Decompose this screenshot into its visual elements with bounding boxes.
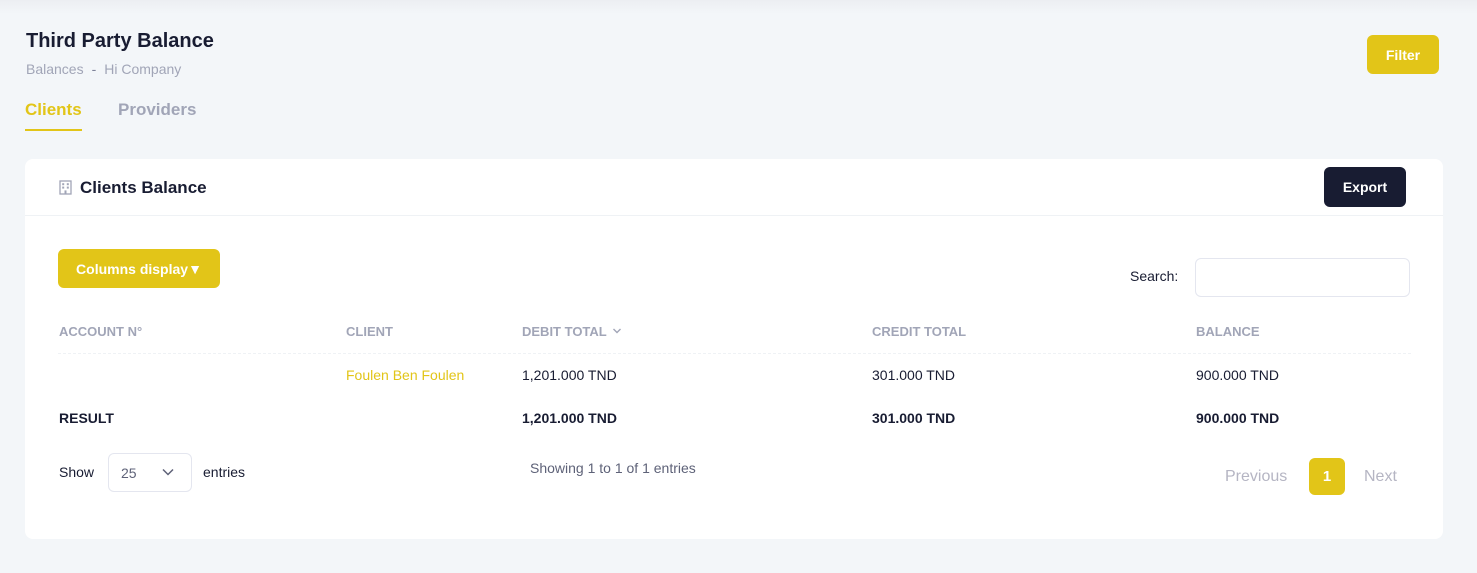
card-header: Clients Balance Export — [25, 159, 1443, 216]
chevron-down-icon — [162, 468, 174, 476]
column-header-account[interactable]: ACCOUNT N° — [59, 324, 142, 339]
table-cell-client-link[interactable]: Foulen Ben Foulen — [346, 367, 464, 383]
column-header-client[interactable]: CLIENT — [346, 324, 393, 339]
top-shadow — [0, 0, 1477, 14]
columns-display-button[interactable]: Columns display▼ — [58, 249, 220, 288]
page-title: Third Party Balance — [26, 30, 214, 52]
table-cell-balance: 900.000 TND — [1196, 367, 1280, 383]
page-length-value: 25 — [121, 465, 137, 481]
breadcrumb-item-balances[interactable]: Balances — [26, 61, 84, 77]
table-cell-debit: 1,201.000 TND — [522, 367, 617, 383]
search-input[interactable] — [1195, 258, 1410, 297]
tab-providers[interactable]: Providers — [118, 100, 196, 129]
column-header-debit-total-label: DEBIT TOTAL — [522, 324, 607, 339]
clients-balance-card: Clients Balance Export Columns display▼ … — [25, 159, 1443, 539]
result-debit: 1,201.000 TND — [522, 410, 617, 426]
column-header-balance[interactable]: BALANCE — [1196, 324, 1260, 339]
result-credit: 301.000 TND — [872, 410, 956, 426]
column-header-debit-total[interactable]: DEBIT TOTAL — [522, 324, 622, 339]
tab-clients[interactable]: Clients — [25, 100, 82, 131]
sort-desc-icon — [612, 328, 621, 334]
table-header-divider — [58, 353, 1411, 354]
pagination-next[interactable]: Next — [1364, 468, 1397, 486]
page-length-select[interactable]: 25 — [108, 453, 192, 492]
column-header-credit-total[interactable]: CREDIT TOTAL — [872, 324, 966, 339]
result-label: RESULT — [59, 410, 114, 426]
result-balance: 900.000 TND — [1196, 410, 1280, 426]
export-button[interactable]: Export — [1324, 167, 1406, 207]
pagination-previous[interactable]: Previous — [1225, 468, 1287, 486]
breadcrumb: Balances - Hi Company — [26, 61, 181, 77]
breadcrumb-separator: - — [91, 61, 97, 77]
filter-button[interactable]: Filter — [1367, 35, 1439, 74]
breadcrumb-item-company: Hi Company — [104, 61, 182, 77]
table-cell-credit: 301.000 TND — [872, 367, 956, 383]
table-info: Showing 1 to 1 of 1 entries — [530, 460, 696, 476]
entries-label: entries — [203, 464, 246, 480]
pagination-page-1[interactable]: 1 — [1309, 458, 1345, 495]
show-label: Show — [59, 464, 95, 480]
card-title: Clients Balance — [80, 178, 207, 197]
building-icon — [59, 180, 72, 195]
search-label: Search: — [1130, 268, 1179, 284]
